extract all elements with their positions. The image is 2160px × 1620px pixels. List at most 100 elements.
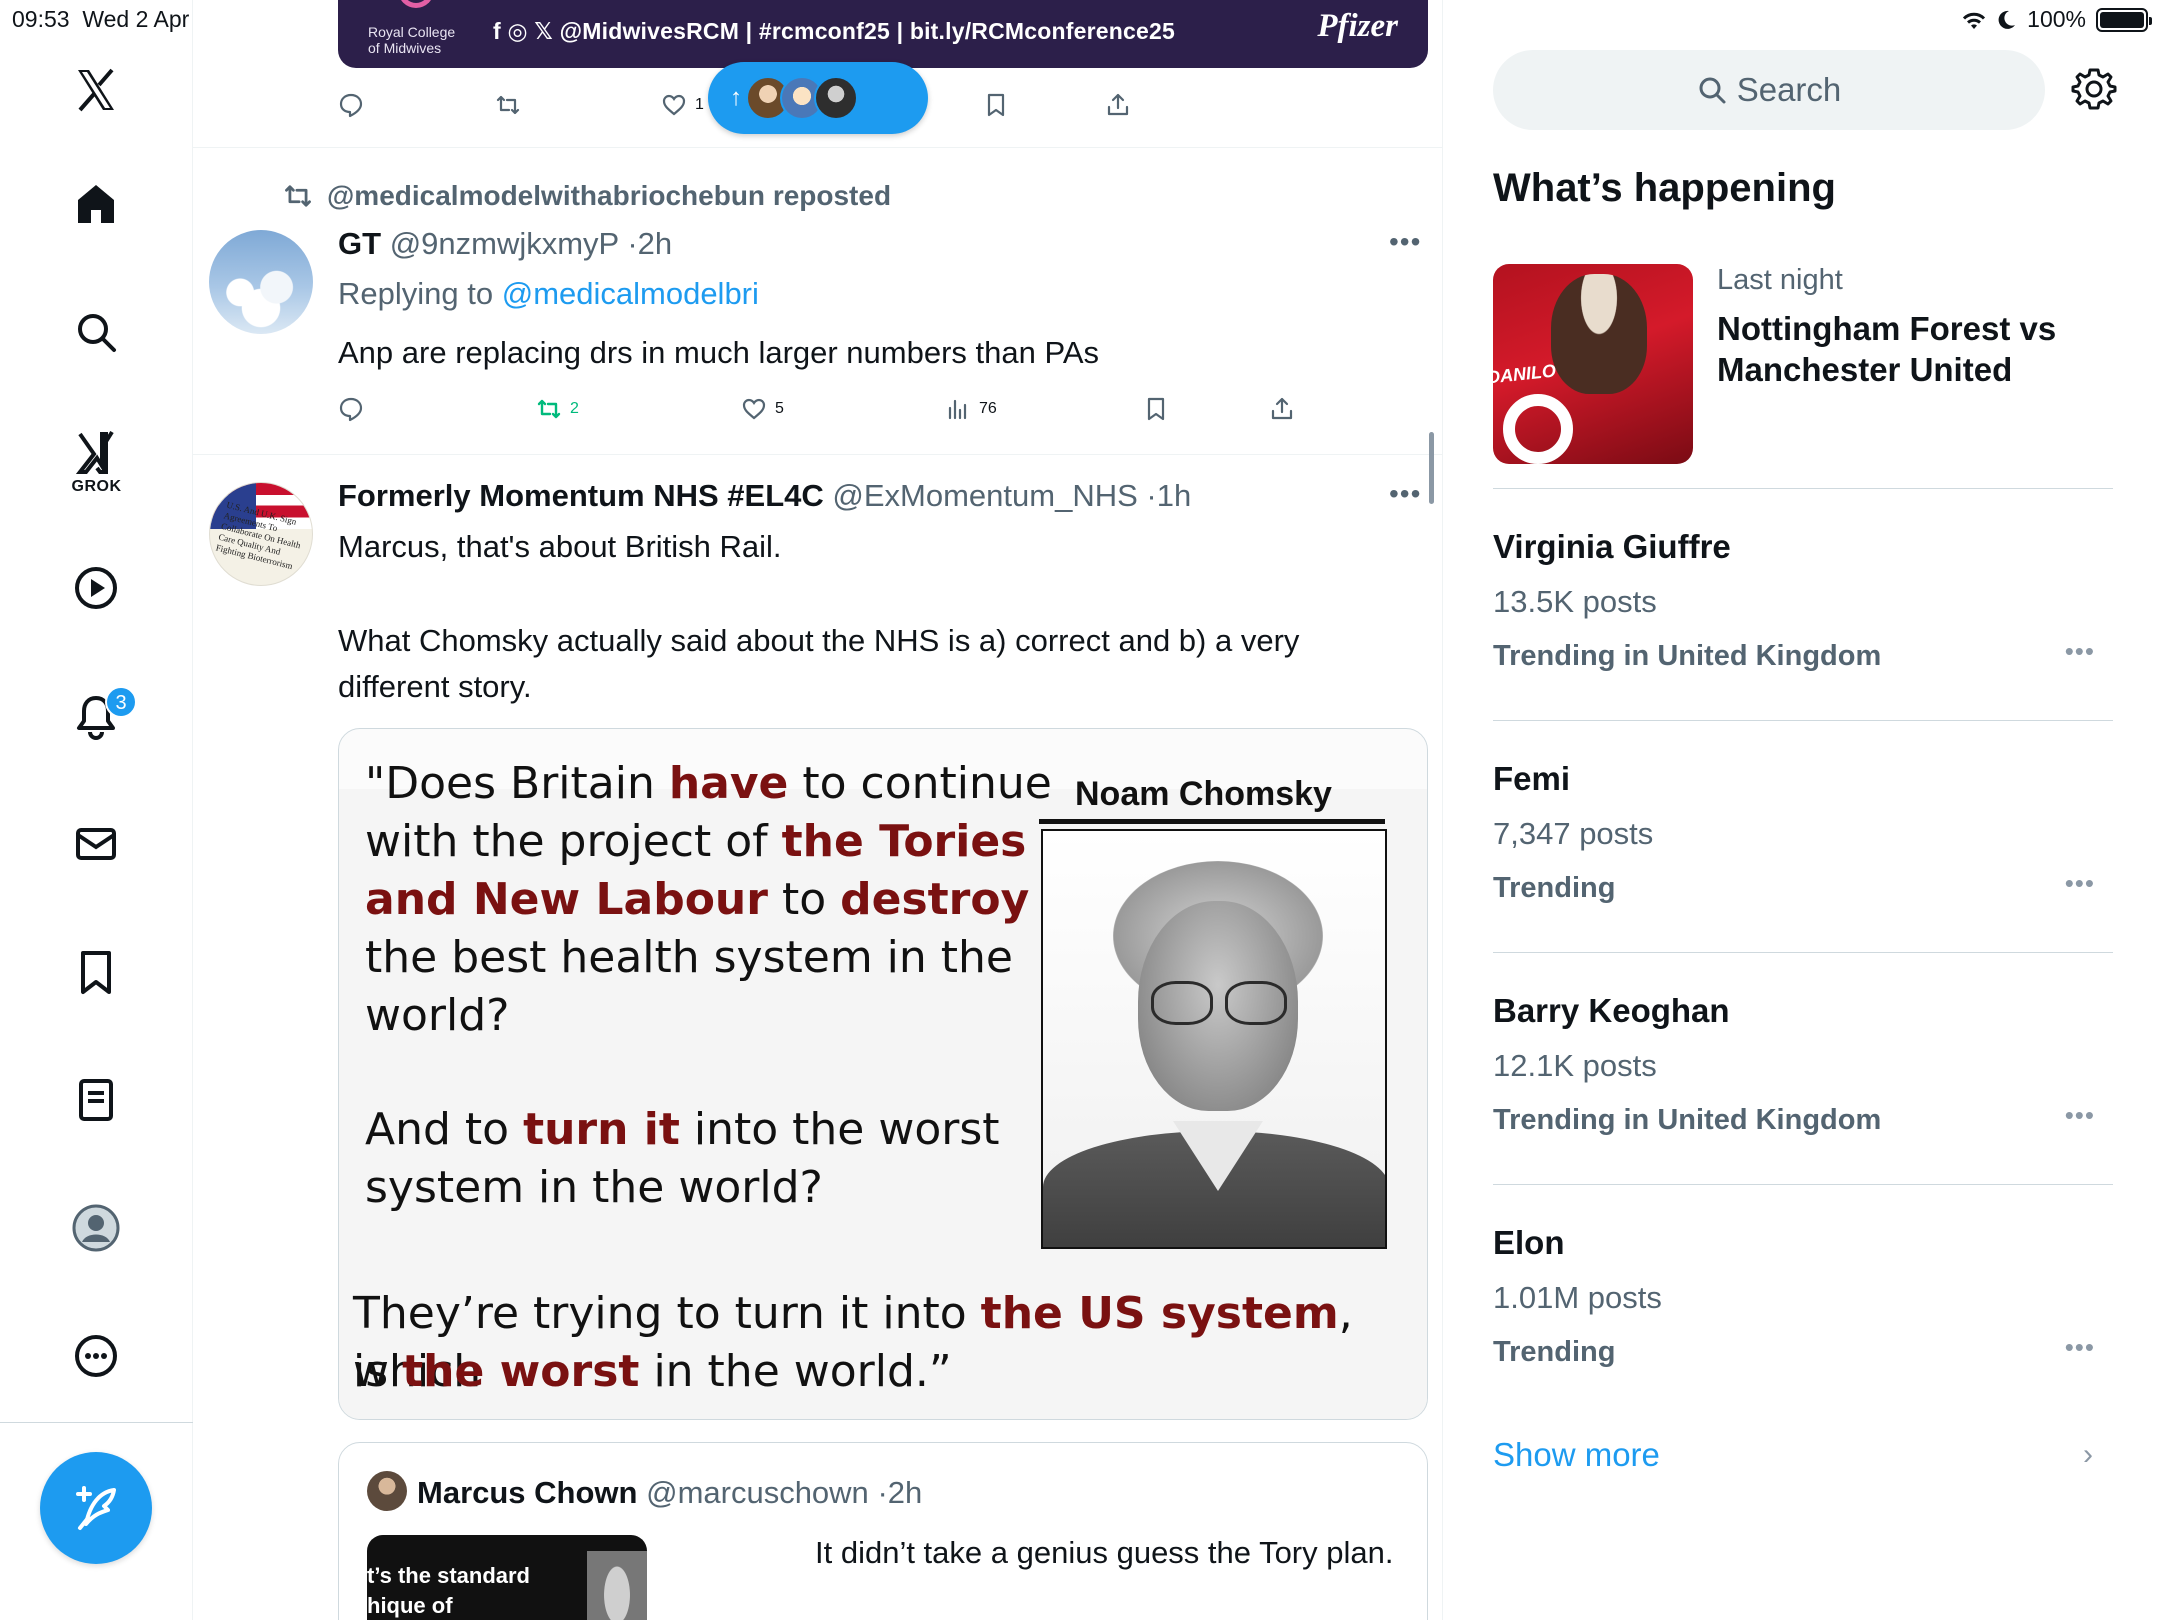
x-logo-icon[interactable] [64, 58, 128, 122]
portrait-photo [1041, 829, 1387, 1249]
quote-line: world? [365, 990, 510, 1041]
quote-line: is the worst in the world.” [353, 1346, 952, 1397]
post-header: Formerly Momentum NHS #EL4C @ExMomentum_… [338, 478, 1192, 513]
list-icon[interactable] [64, 1068, 128, 1132]
reply-icon [339, 93, 363, 118]
left-nav: GROK 3 [0, 0, 193, 1620]
repost-icon [496, 95, 520, 115]
trend-item[interactable]: Barry Keoghan 12.1K posts Trending in Un… [1493, 992, 2113, 1192]
more-options-icon[interactable]: ••• [2065, 1100, 2095, 1131]
bookmark-icon [987, 93, 1005, 117]
bookmark-button[interactable] [1143, 394, 1169, 424]
more-options-icon[interactable]: ••• [2065, 636, 2095, 667]
reply-icon [339, 397, 363, 422]
quoted-post-media: t’s the standard hique of [367, 1535, 647, 1620]
more-options-icon[interactable]: ••• [1389, 478, 1421, 510]
trend-item[interactable]: Elon 1.01M posts Trending ••• [1493, 1224, 2113, 1424]
post-header: GT @9nzmwjkxmyP ·2h [338, 226, 673, 261]
author-handle[interactable]: @9nzmwjkxmyP [390, 226, 619, 261]
share-button[interactable] [1105, 90, 1131, 120]
post-image[interactable]: "Does Britain have to continue with the … [338, 728, 1428, 1420]
like-button[interactable]: 1 [661, 90, 704, 120]
banner-org: Royal College of Midwives [368, 24, 456, 56]
compose-button[interactable] [40, 1452, 152, 1564]
more-options-icon[interactable]: ••• [1389, 226, 1421, 258]
trend-item[interactable]: Virginia Giuffre 13.5K posts Trending in… [1493, 528, 2113, 728]
bookmark-button[interactable] [983, 90, 1009, 120]
author-name[interactable]: Formerly Momentum NHS #EL4C [338, 478, 824, 513]
quote-line: "Does Britain have to continue [365, 758, 1052, 809]
divider [193, 147, 1442, 148]
timeline: Royal College of Midwives f ◎ 𝕏 @Midwive… [193, 0, 1443, 1620]
bookmark-icon[interactable] [64, 940, 128, 1004]
more-icon[interactable] [64, 1324, 128, 1388]
post-time[interactable]: 2h [638, 226, 672, 261]
grok-label: GROK [71, 478, 122, 495]
trend-name: Elon [1493, 1224, 1565, 1261]
portrait-caption: Noam Chomsky [1075, 775, 1332, 813]
quoted-post[interactable]: Marcus Chown @marcuschown ·2h t’s the st… [338, 1442, 1428, 1620]
video-icon[interactable] [64, 556, 128, 620]
trend-item[interactable]: Femi 7,347 posts Trending ••• [1493, 760, 2113, 960]
show-more-link[interactable]: Show more [1493, 1436, 1660, 1474]
more-options-icon[interactable]: ••• [2065, 1332, 2095, 1363]
post-text: What Chomsky actually said about the NHS… [338, 623, 1300, 704]
right-sidebar: Search What’s happening DANILO Last nigh… [1443, 0, 2160, 1620]
notification-badge: 3 [105, 686, 137, 718]
trend-context: Trending [1493, 1336, 1616, 1368]
trend-count: 1.01M posts [1493, 1280, 1662, 1315]
reply-button[interactable] [338, 90, 364, 120]
avatar[interactable] [209, 230, 313, 334]
search-input[interactable]: Search [1493, 50, 2045, 130]
event-title: Nottingham Forest vs Manchester United [1717, 310, 2057, 388]
search-icon[interactable] [64, 300, 128, 364]
banner-text: f ◎ 𝕏 @MidwivesRCM | #rcmconf25 | bit.ly… [493, 18, 1175, 44]
like-button[interactable]: 5 [741, 394, 784, 424]
trend-name: Barry Keoghan [1493, 992, 1730, 1029]
post-time: 2h [887, 1475, 923, 1510]
repost-button[interactable] [495, 90, 521, 120]
author-name[interactable]: GT [338, 226, 381, 261]
shirt-text: DANILO [1493, 360, 1557, 388]
quoted-post-text: It didn’t take a genius guess the Tory p… [815, 1535, 1394, 1570]
new-posts-pill[interactable]: ↑ [708, 62, 928, 134]
settings-button[interactable] [2071, 66, 2121, 116]
quote-line: with the project of the Tories [365, 816, 1027, 867]
chevron-right-icon[interactable]: › [2083, 1438, 2093, 1472]
author-handle[interactable]: @ExMomentum_NHS [832, 478, 1137, 513]
repost-label: @medicalmodelwithabriochebun reposted [327, 180, 892, 211]
trend-name: Femi [1493, 760, 1571, 797]
quote-line: And to turn it into the worst [365, 1104, 1000, 1155]
views-icon [948, 399, 967, 420]
more-options-icon[interactable]: ••• [2065, 868, 2095, 899]
banner-sponsor: Pfizer [1317, 8, 1398, 44]
repost-count: 2 [570, 400, 579, 417]
post-text: Marcus, that's about British Rail. [338, 529, 782, 564]
mention-link[interactable]: @medicalmodelbri [502, 276, 759, 311]
thumb-caption: t’s the standard hique of [367, 1563, 530, 1618]
promo-banner[interactable]: Royal College of Midwives f ◎ 𝕏 @Midwive… [338, 0, 1428, 68]
profile-icon[interactable] [64, 1196, 128, 1260]
home-icon[interactable] [64, 172, 128, 236]
grok-icon[interactable] [64, 420, 128, 484]
share-button[interactable] [1269, 394, 1295, 424]
divider [1493, 952, 2113, 953]
post-text: Anp are replacing drs in much larger num… [338, 335, 1100, 370]
quote-line: the best health system in the [365, 932, 1013, 983]
event-image: DANILO [1493, 264, 1693, 464]
like-count: 1 [695, 96, 704, 113]
mail-icon[interactable] [64, 812, 128, 876]
avatar[interactable]: U.S. And U.K. Sign Agreements To Collabo… [209, 482, 313, 586]
featured-event[interactable]: DANILO Last night Nottingham Forest vs M… [1493, 264, 2113, 464]
trend-count: 12.1K posts [1493, 1048, 1657, 1083]
repost-indicator: @medicalmodelwithabriochebun reposted [283, 180, 891, 212]
views-button[interactable]: 76 [945, 394, 997, 424]
compose-icon [76, 1486, 116, 1530]
heart-icon [742, 398, 766, 420]
scrollbar[interactable] [1429, 432, 1434, 504]
reply-button[interactable] [338, 394, 364, 424]
share-icon [1107, 93, 1129, 116]
post-time[interactable]: 1h [1157, 478, 1191, 513]
gear-icon [2071, 68, 2117, 110]
repost-button[interactable]: 2 [536, 394, 579, 424]
